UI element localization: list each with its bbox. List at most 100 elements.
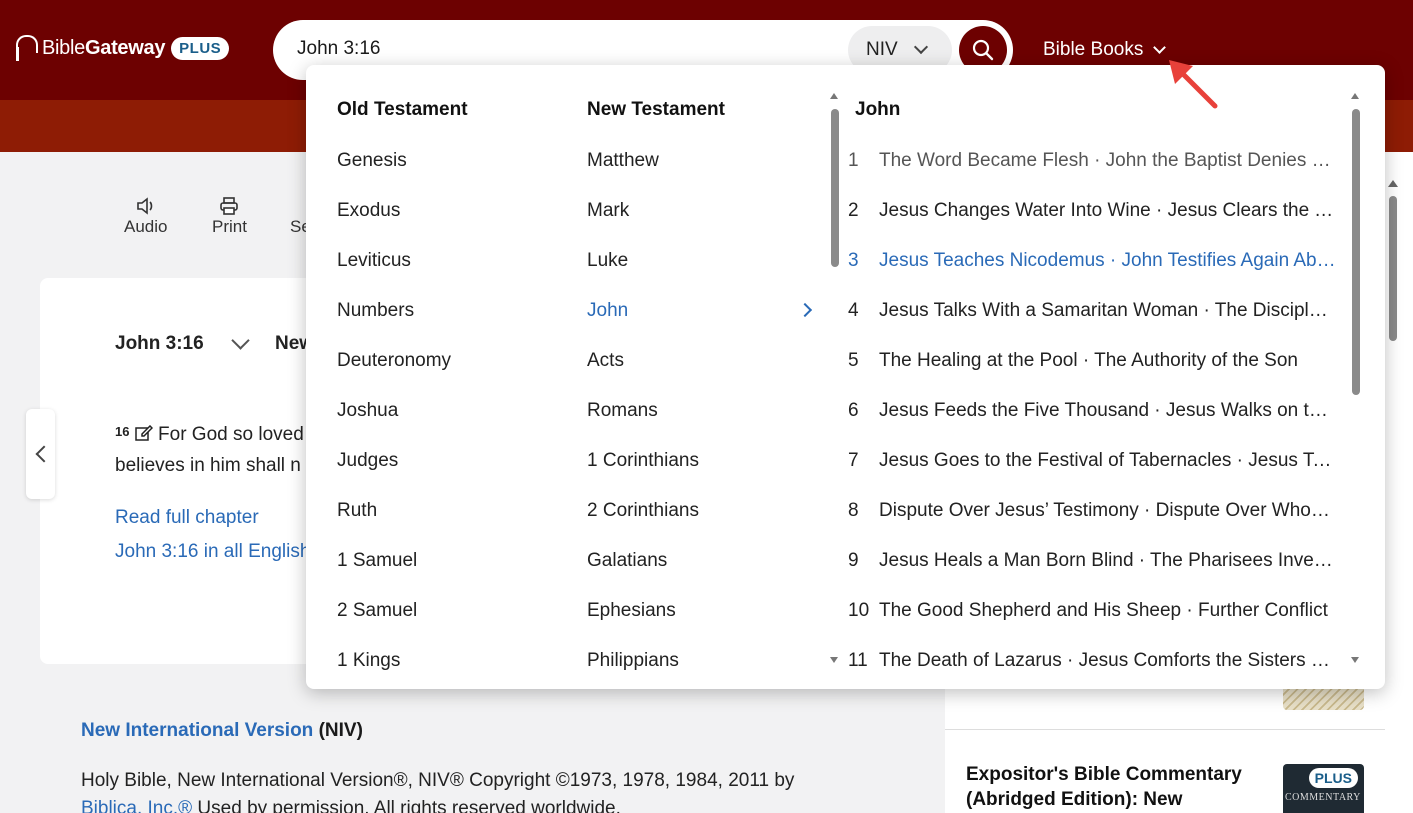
commentary-cover-text: COMMENTARY (1285, 792, 1361, 803)
plus-badge[interactable]: PLUS (171, 36, 230, 60)
scroll-up-icon[interactable] (830, 93, 838, 99)
read-full-chapter-link[interactable]: Read full chapter (115, 507, 259, 529)
chapter-title: Dispute Over Jesus’ Testimony · Dispute … (879, 500, 1338, 521)
scrollbar-thumb[interactable] (831, 109, 839, 267)
chapter-number: 3 (848, 250, 859, 271)
version-abbr: (NIV) (318, 720, 363, 741)
scroll-down-icon[interactable] (1351, 657, 1359, 663)
chevron-right-icon (797, 302, 813, 318)
book-item[interactable]: Matthew (587, 149, 699, 199)
book-item[interactable]: Leviticus (337, 249, 451, 299)
chevron-left-icon (35, 445, 52, 463)
chapter-item[interactable]: 2 Jesus Changes Water Into Wine · Jesus C… (848, 199, 1338, 249)
chapter-title: The Good Shepherd and His Sheep · Furthe… (879, 600, 1328, 621)
book-item[interactable]: Galatians (587, 549, 699, 599)
chapter-number: 5 (848, 350, 859, 371)
biblegateway-logo[interactable]: BibleGateway PLUS (14, 32, 230, 64)
chapter-number: 7 (848, 450, 859, 471)
edit-note-icon[interactable] (135, 424, 153, 441)
chapter-number: 6 (848, 400, 859, 421)
book-item[interactable]: 1 Samuel (337, 549, 451, 599)
bible-books-dropdown: Old Testament New Testament Genesis Exodu… (306, 65, 1385, 689)
books-scrollbar[interactable] (828, 93, 842, 663)
biblica-link[interactable]: Biblica, Inc.® (81, 798, 192, 813)
chapters-heading: John (855, 99, 901, 120)
passage-reference-select[interactable]: John 3:16 (115, 330, 250, 355)
book-item[interactable]: John (587, 299, 699, 349)
book-item[interactable]: Judges (337, 449, 451, 499)
chapter-number: 10 (848, 600, 870, 621)
scrollbar-thumb[interactable] (1389, 196, 1397, 341)
scroll-down-icon[interactable] (830, 657, 838, 663)
chapter-item[interactable]: 5 The Healing at the Pool · The Authority… (848, 349, 1338, 399)
chapter-item[interactable]: 6 Jesus Feeds the Five Thousand · Jesus W… (848, 399, 1338, 449)
chapter-title: Jesus Teaches Nicodemus · John Testifies… (879, 250, 1338, 271)
chapter-item[interactable]: 3 Jesus Teaches Nicodemus · John Testifie… (848, 249, 1338, 299)
book-item[interactable]: Ephesians (587, 599, 699, 649)
chapter-title: The Word Became Flesh · John the Baptist… (879, 150, 1338, 171)
new-testament-list: Matthew Mark Luke John Acts Romans 1 Corinthia… (587, 149, 699, 689)
book-item[interactable]: Acts (587, 349, 699, 399)
book-item[interactable]: Deuteronomy (337, 349, 451, 399)
commentary-cover-image[interactable]: COMMENTARY PLUS (1283, 764, 1364, 813)
verse-text: 16 For God so loved (115, 424, 304, 446)
chapter-title: Jesus Changes Water Into Wine · Jesus Cl… (879, 200, 1338, 221)
book-item[interactable]: Mark (587, 199, 699, 249)
logo-text: BibleGateway (42, 36, 166, 59)
scroll-up-icon[interactable] (1351, 93, 1359, 99)
book-item[interactable]: Philippians (587, 649, 699, 689)
book-item[interactable]: 1 Corinthians (587, 449, 699, 499)
scroll-up-icon[interactable] (1388, 180, 1398, 187)
logo-icon (14, 33, 38, 63)
new-testament-heading: New Testament (587, 99, 725, 120)
chapter-title: Jesus Talks With a Samaritan Woman · The… (879, 300, 1338, 321)
search-input[interactable] (297, 38, 817, 60)
chapter-number: 2 (848, 200, 859, 221)
verse-text-line2: believes in him shall n (115, 455, 301, 476)
commentary-title[interactable]: Expositor's Bible Commentary (Abridged E… (966, 762, 1266, 812)
chapter-number: 1 (848, 150, 859, 171)
chapter-number: 8 (848, 500, 859, 521)
book-item[interactable]: Genesis (337, 149, 451, 199)
chapter-item[interactable]: 10 The Good Shepherd and His Sheep · Furt… (848, 599, 1338, 649)
sidebar-scrollbar[interactable] (1386, 176, 1400, 813)
book-item[interactable]: 2 Samuel (337, 599, 451, 649)
version-select-label: NIV (866, 39, 898, 60)
chapter-item[interactable]: 4 Jesus Talks With a Samaritan Woman · Th… (848, 299, 1338, 349)
copyright-text-line2: Biblica, Inc.® Used by permission. All r… (81, 798, 621, 813)
chapter-item[interactable]: 9 Jesus Heals a Man Born Blind · The Phar… (848, 549, 1338, 599)
print-button[interactable]: Print (212, 195, 247, 237)
scrollbar-thumb[interactable] (1352, 109, 1360, 395)
book-item[interactable]: Romans (587, 399, 699, 449)
book-item[interactable]: Numbers (337, 299, 451, 349)
chapter-number: 9 (848, 550, 859, 571)
book-item[interactable]: Ruth (337, 499, 451, 549)
old-testament-heading: Old Testament (337, 99, 468, 120)
chapter-item[interactable]: 11 The Death of Lazarus · Jesus Comforts … (848, 649, 1338, 689)
bible-books-menu[interactable]: Bible Books (1043, 39, 1167, 61)
previous-chapter-button[interactable] (26, 409, 55, 499)
chapter-item[interactable]: 1 The Word Became Flesh · John the Baptis… (848, 149, 1338, 199)
book-item[interactable]: 2 Corinthians (587, 499, 699, 549)
sidebar-divider (945, 729, 1385, 730)
book-item[interactable]: Joshua (337, 399, 451, 449)
old-testament-list: Genesis Exodus Leviticus Numbers Deuteronomy… (337, 149, 451, 689)
chevron-down-icon (913, 39, 928, 55)
book-item[interactable]: Exodus (337, 199, 451, 249)
book-item[interactable]: Luke (587, 249, 699, 299)
verse-text-line1: For God so loved (158, 424, 304, 445)
all-english-translations-link[interactable]: John 3:16 in all English (115, 541, 310, 563)
audio-button[interactable]: Audio (124, 195, 167, 237)
speaker-icon (136, 197, 153, 215)
chapter-title: The Death of Lazarus · Jesus Comforts th… (879, 650, 1338, 671)
chapter-title: Jesus Feeds the Five Thousand · Jesus Wa… (879, 400, 1338, 421)
chapter-item[interactable]: 7 Jesus Goes to the Festival of Tabernacl… (848, 449, 1338, 499)
version-link[interactable]: New International Version (81, 720, 313, 741)
chapter-number: 4 (848, 300, 859, 321)
book-cover-image[interactable] (1283, 688, 1364, 710)
chapter-title: Jesus Goes to the Festival of Tabernacle… (879, 450, 1338, 471)
chapter-item[interactable]: 8 Dispute Over Jesus’ Testimony · Dispute… (848, 499, 1338, 549)
chapters-scrollbar[interactable] (1349, 93, 1363, 663)
version-title: New International Version (NIV) (81, 720, 363, 742)
book-item[interactable]: 1 Kings (337, 649, 451, 689)
